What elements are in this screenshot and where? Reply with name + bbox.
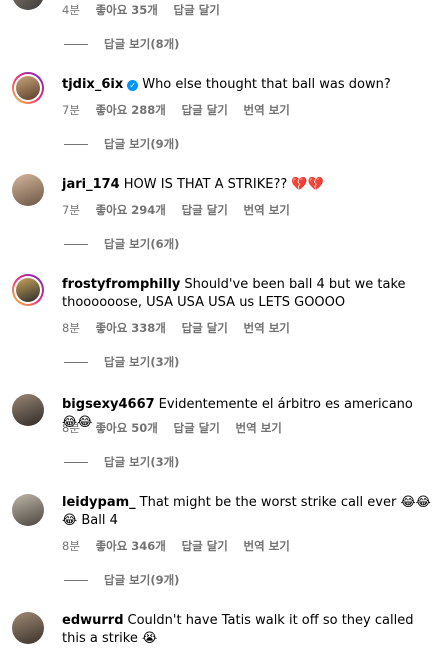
- comment-text: leidypam_ That might be the worst strike …: [62, 494, 432, 530]
- view-replies-label: 답글 보기(9개): [104, 573, 180, 587]
- comment-time: 7분: [62, 203, 80, 217]
- username[interactable]: bigsexy4667: [62, 397, 155, 412]
- like-count[interactable]: 좋아요 288개: [96, 103, 166, 117]
- username[interactable]: leidypam_: [62, 495, 136, 510]
- comment-body: HOW IS THAT A STRIKE?? 💔💔: [123, 177, 324, 192]
- username[interactable]: frostyfromphilly: [62, 277, 180, 292]
- like-count[interactable]: 좋아요 346개: [96, 539, 166, 553]
- view-replies-button[interactable]: 답글 보기(3개): [64, 354, 179, 370]
- reply-button[interactable]: 답글 달기: [174, 421, 220, 435]
- translate-button[interactable]: 번역 보기: [236, 421, 282, 435]
- comment-meta: 7분 좋아요 288개 답글 달기 번역 보기: [62, 102, 302, 118]
- comment-meta: 4분 좋아요 35개 답글 달기: [62, 2, 232, 18]
- reply-button[interactable]: 답글 달기: [182, 539, 228, 553]
- username[interactable]: tjdix_6ix: [62, 77, 123, 92]
- view-replies-label: 답글 보기(8개): [104, 37, 180, 51]
- view-replies-button[interactable]: 답글 보기(3개): [64, 454, 179, 470]
- view-replies-label: 답글 보기(3개): [104, 355, 180, 369]
- username[interactable]: edwurrd: [62, 613, 124, 628]
- like-count[interactable]: 좋아요 50개: [96, 421, 158, 435]
- view-replies-button[interactable]: 답글 보기(8개): [64, 36, 179, 52]
- comment-time: 4분: [62, 3, 80, 17]
- avatar[interactable]: [12, 494, 44, 526]
- translate-button[interactable]: 번역 보기: [244, 539, 290, 553]
- divider-line: [64, 44, 88, 45]
- comment-meta: 7분 좋아요 294개 답글 달기 번역 보기: [62, 202, 302, 218]
- comment-time: 8분: [62, 539, 80, 553]
- translate-button[interactable]: 번역 보기: [244, 103, 290, 117]
- avatar[interactable]: [12, 394, 44, 426]
- comment-text: jari_174 HOW IS THAT A STRIKE?? 💔💔: [62, 176, 432, 194]
- divider-line: [64, 580, 88, 581]
- view-replies-label: 답글 보기(9개): [104, 137, 180, 151]
- divider-line: [64, 144, 88, 145]
- comment-time: 8분: [62, 321, 80, 335]
- translate-button[interactable]: 번역 보기: [244, 203, 290, 217]
- avatar[interactable]: [12, 174, 44, 206]
- divider-line: [64, 244, 88, 245]
- comment-time: 7분: [62, 103, 80, 117]
- comment-meta: 8분 좋아요 338개 답글 달기 번역 보기: [62, 320, 302, 336]
- view-replies-button[interactable]: 답글 보기(6개): [64, 236, 179, 252]
- view-replies-button[interactable]: 답글 보기(9개): [64, 572, 179, 588]
- divider-line: [64, 462, 88, 463]
- avatar[interactable]: [12, 612, 44, 644]
- divider-line: [64, 362, 88, 363]
- like-count[interactable]: 좋아요 35개: [96, 3, 158, 17]
- username[interactable]: jari_174: [62, 177, 120, 192]
- avatar[interactable]: [12, 274, 44, 306]
- avatar[interactable]: [12, 72, 44, 104]
- comment-body: Who else thought that ball was down?: [142, 77, 391, 92]
- comment-meta: 8분 좋아요 346개 답글 달기 번역 보기: [62, 538, 302, 554]
- view-replies-label: 답글 보기(6개): [104, 237, 180, 251]
- translate-button[interactable]: 번역 보기: [244, 321, 290, 335]
- reply-button[interactable]: 답글 달기: [182, 203, 228, 217]
- comment-meta: 8분 좋아요 50개 답글 달기 번역 보기: [62, 420, 294, 436]
- like-count[interactable]: 좋아요 294개: [96, 203, 166, 217]
- reply-button[interactable]: 답글 달기: [182, 321, 228, 335]
- comment-text: edwurrd Couldn't have Tatis walk it off s…: [62, 612, 432, 648]
- avatar[interactable]: [12, 0, 44, 10]
- comment-text: frostyfromphilly Should've been ball 4 bu…: [62, 276, 432, 312]
- like-count[interactable]: 좋아요 338개: [96, 321, 166, 335]
- reply-button[interactable]: 답글 달기: [174, 3, 220, 17]
- comment-time: 8분: [62, 421, 80, 435]
- view-replies-label: 답글 보기(3개): [104, 455, 180, 469]
- view-replies-button[interactable]: 답글 보기(9개): [64, 136, 179, 152]
- comment-text: tjdix_6ix ✓ Who else thought that ball was…: [62, 76, 432, 94]
- reply-button[interactable]: 답글 달기: [182, 103, 228, 117]
- verified-badge-icon: ✓: [127, 80, 139, 91]
